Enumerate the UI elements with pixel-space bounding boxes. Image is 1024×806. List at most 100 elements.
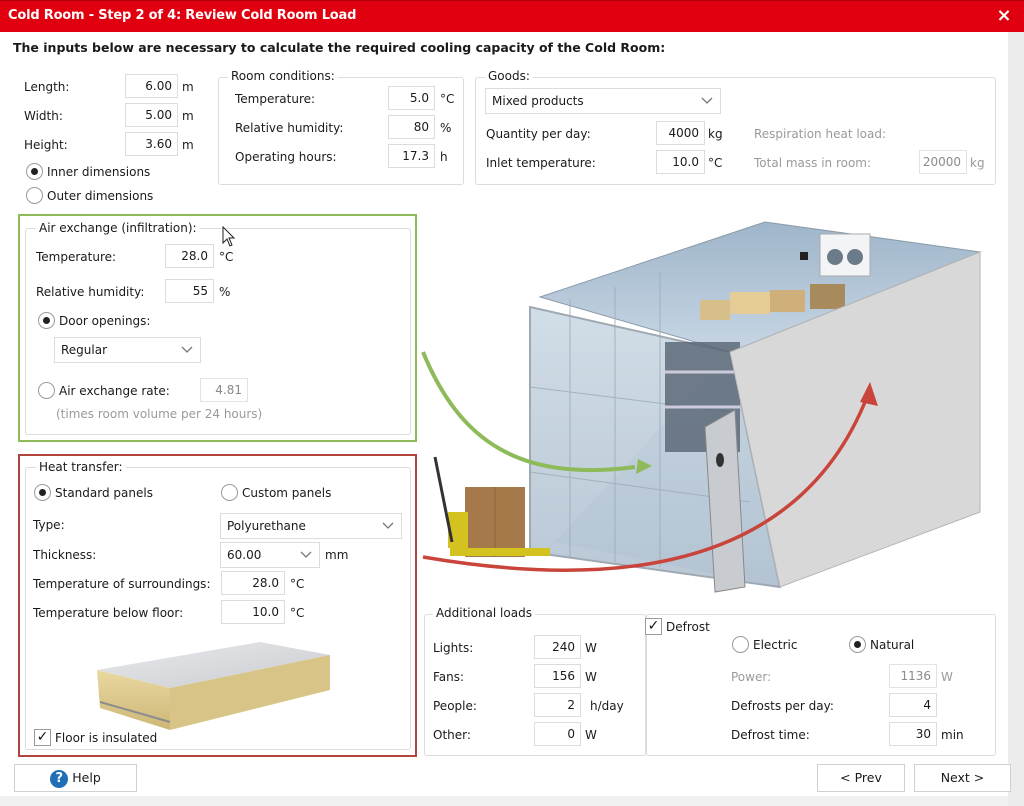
standard-panels-label: Standard panels	[55, 486, 153, 500]
defrost-time-input[interactable]: 30	[889, 722, 937, 746]
additional-loads-legend: Additional loads	[433, 606, 535, 620]
panel-type-label: Type:	[33, 518, 65, 532]
door-openings-label: Door openings:	[59, 314, 151, 328]
standard-panels-radio[interactable]	[34, 484, 51, 501]
total-mass-label: Total mass in room:	[754, 156, 872, 170]
electric-radio[interactable]	[732, 636, 749, 653]
chevron-down-icon	[382, 522, 394, 529]
electric-label: Electric	[753, 638, 798, 652]
door-openings-value: Regular	[61, 343, 108, 357]
defrosts-per-day-label: Defrosts per day:	[731, 699, 834, 713]
heat-transfer-legend: Heat transfer:	[36, 460, 126, 474]
cold-room-illustration	[421, 221, 982, 593]
below-floor-temperature-unit: °C	[290, 606, 305, 620]
length-unit: m	[182, 80, 194, 94]
width-unit: m	[182, 109, 194, 123]
defrosts-per-day-input[interactable]: 4	[889, 693, 937, 717]
length-label: Length:	[24, 80, 70, 94]
intro-text: The inputs below are necessary to calcul…	[13, 40, 666, 55]
prev-button[interactable]: < Prev	[817, 764, 905, 792]
close-icon[interactable]: ×	[994, 6, 1014, 26]
height-label: Height:	[24, 138, 68, 152]
operating-hours-unit: h	[440, 150, 448, 164]
air-exchange-rate-label: Air exchange rate:	[59, 384, 170, 398]
defrost-power-label: Power:	[731, 670, 772, 684]
defrost-power-unit: W	[941, 670, 953, 684]
outer-dimensions-radio[interactable]	[26, 187, 43, 204]
inlet-temperature-input[interactable]: 10.0	[656, 150, 705, 174]
fans-input[interactable]: 156	[534, 664, 581, 688]
mouse-cursor-icon	[222, 226, 236, 247]
room-humidity-unit: %	[440, 121, 452, 135]
window-title: Cold Room - Step 2 of 4: Review Cold Roo…	[8, 8, 357, 23]
goods-product-value: Mixed products	[492, 94, 584, 108]
defrost-label: Defrost	[663, 620, 713, 634]
inlet-temperature-unit: °C	[708, 156, 723, 170]
door-openings-select[interactable]: Regular	[54, 337, 201, 363]
operating-hours-input[interactable]: 17.3	[388, 144, 435, 168]
panel-type-value: Polyurethane	[227, 519, 306, 533]
other-input[interactable]: 0	[534, 722, 581, 746]
room-humidity-input[interactable]: 80	[388, 115, 435, 139]
thickness-unit: mm	[325, 548, 349, 562]
lights-unit: W	[585, 641, 597, 655]
chevron-down-icon	[701, 97, 713, 104]
custom-panels-radio[interactable]	[221, 484, 238, 501]
defrost-time-label: Defrost time:	[731, 728, 810, 742]
people-label: People:	[433, 699, 477, 713]
goods-product-select[interactable]: Mixed products	[485, 88, 721, 114]
room-temperature-label: Temperature:	[235, 92, 316, 106]
panel-type-select[interactable]: Polyurethane	[220, 513, 402, 539]
surroundings-temperature-input[interactable]: 28.0	[221, 571, 285, 595]
floor-insulated-label: Floor is insulated	[55, 731, 158, 745]
air-temperature-input[interactable]: 28.0	[165, 244, 214, 268]
other-label: Other:	[433, 728, 471, 742]
natural-label: Natural	[870, 638, 915, 652]
respiration-heat-label: Respiration heat load:	[754, 127, 887, 141]
height-input[interactable]: 3.60	[125, 132, 178, 156]
width-label: Width:	[24, 109, 63, 123]
people-input[interactable]: 2	[534, 693, 581, 717]
total-mass-unit: kg	[970, 156, 985, 170]
room-temperature-input[interactable]: 5.0	[388, 86, 435, 110]
surroundings-temperature-label: Temperature of surroundings:	[33, 577, 211, 591]
help-button[interactable]: ? Help	[14, 764, 137, 792]
other-unit: W	[585, 728, 597, 742]
chevron-down-icon	[181, 346, 193, 353]
air-temperature-label: Temperature:	[36, 250, 117, 264]
room-humidity-label: Relative humidity:	[235, 121, 344, 135]
window-bottom-edge	[0, 796, 1008, 806]
defrost-checkbox[interactable]: ✓	[645, 618, 662, 635]
air-humidity-input[interactable]: 55	[165, 279, 214, 303]
width-input[interactable]: 5.00	[125, 103, 178, 127]
air-temperature-unit: °C	[219, 250, 234, 264]
thickness-label: Thickness:	[33, 548, 97, 562]
below-floor-temperature-input[interactable]: 10.0	[221, 600, 285, 624]
inner-dimensions-radio[interactable]	[26, 163, 43, 180]
natural-radio[interactable]	[849, 636, 866, 653]
inlet-temperature-label: Inlet temperature:	[486, 156, 596, 170]
window-edge	[1008, 32, 1024, 806]
thickness-select[interactable]: 60.00	[220, 542, 320, 568]
chevron-down-icon	[300, 551, 312, 558]
lights-label: Lights:	[433, 641, 474, 655]
quantity-input[interactable]: 4000	[656, 121, 705, 145]
air-exchange-legend: Air exchange (infiltration):	[36, 221, 200, 235]
quantity-label: Quantity per day:	[486, 127, 591, 141]
air-exchange-rate-radio[interactable]	[38, 382, 55, 399]
inner-dimensions-label: Inner dimensions	[47, 165, 151, 179]
lights-input[interactable]: 240	[534, 635, 581, 659]
fans-label: Fans:	[433, 670, 465, 684]
room-temperature-unit: °C	[440, 92, 455, 106]
fans-unit: W	[585, 670, 597, 684]
next-button[interactable]: Next >	[914, 764, 1011, 792]
door-openings-radio[interactable]	[38, 312, 55, 329]
custom-panels-label: Custom panels	[242, 486, 332, 500]
air-exchange-rate-input: 4.81	[200, 378, 248, 402]
air-exchange-rate-note: (times room volume per 24 hours)	[56, 407, 263, 421]
total-mass-input: 20000	[919, 150, 967, 174]
floor-insulated-checkbox[interactable]: ✓	[34, 729, 51, 746]
length-input[interactable]: 6.00	[125, 74, 178, 98]
air-humidity-label: Relative humidity:	[36, 285, 145, 299]
insulated-panel-image	[97, 642, 330, 730]
